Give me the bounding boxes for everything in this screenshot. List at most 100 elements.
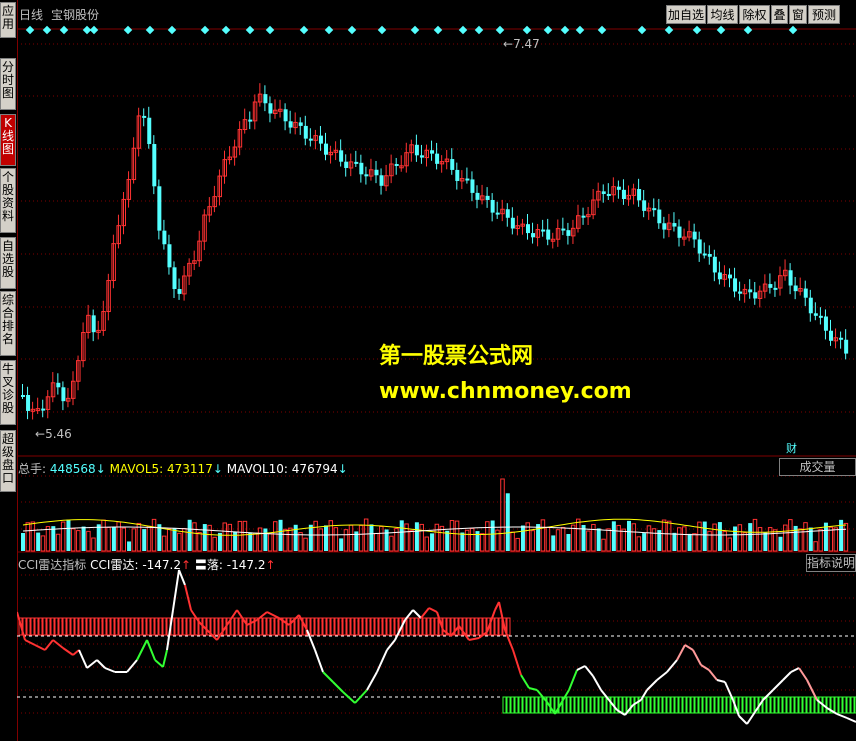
volume-bar-143 <box>742 532 748 552</box>
cci-red-band-294 <box>310 617 315 636</box>
cci-red-band-394 <box>410 617 415 636</box>
volume-indicator-button[interactable]: 成交量 <box>779 458 856 476</box>
cci-green-band-490 <box>506 696 511 714</box>
cci-red-band-14 <box>30 617 35 636</box>
volume-bar-11 <box>76 530 81 552</box>
toolbar-button-0[interactable]: 加自选 <box>666 5 706 24</box>
candle-body-89 <box>470 179 475 193</box>
candle-body-103 <box>541 229 546 232</box>
candle-body-30 <box>172 267 177 290</box>
cci-line-seg-76 <box>666 659 678 673</box>
sidebar-tab-6[interactable]: 牛叉诊股 <box>0 360 16 425</box>
volume-bar-15 <box>96 524 101 551</box>
cci-line-seg-90 <box>782 671 792 681</box>
cci-red-band-182 <box>198 617 203 636</box>
volume-bar-93 <box>490 520 495 551</box>
cci-red-band-70 <box>86 617 91 636</box>
volume-bar-110 <box>576 518 581 552</box>
cci-red-band-246 <box>262 617 267 636</box>
volume-bar-140 <box>727 537 732 552</box>
toolbar-button-1[interactable]: 均线 <box>707 5 738 24</box>
watermark-title: 第一股票公式网 <box>379 344 534 369</box>
cci-red-band-254 <box>270 617 275 636</box>
toolbar-button-3[interactable]: 叠 <box>771 5 788 24</box>
candle-body-48 <box>263 94 268 104</box>
volume-bar-5 <box>45 526 51 552</box>
cci-red-band-50 <box>66 617 71 636</box>
sidebar-tab-3[interactable]: 个股资料 <box>0 168 16 233</box>
cci-green-band-498 <box>514 696 519 714</box>
candle-body-142 <box>738 291 743 294</box>
cci-line-seg-10 <box>104 667 116 673</box>
candle-body-55 <box>298 122 303 126</box>
candle-body-153 <box>793 285 798 292</box>
candle-body-104 <box>546 229 551 240</box>
volume-bar-25 <box>146 525 152 552</box>
sidebar-tab-2[interactable]: K线图 <box>0 114 16 166</box>
cci-green-band-522 <box>538 696 543 714</box>
sidebar-tab-0[interactable]: 应用 <box>0 2 16 38</box>
cci-red-band-138 <box>154 617 159 636</box>
cci-red-band-490 <box>506 617 511 636</box>
volume-bar-91 <box>480 533 485 552</box>
cci-red-band-194 <box>210 617 215 636</box>
volume-bar-28 <box>161 535 167 552</box>
cci-green-band-766 <box>782 696 787 714</box>
cci-line-seg-67 <box>592 675 602 691</box>
volume-bar-145 <box>752 518 758 552</box>
candle-body-68 <box>364 174 369 177</box>
cci-green-band-554 <box>570 696 575 714</box>
candle-body-28 <box>162 230 167 245</box>
volume-bar-146 <box>757 527 763 552</box>
cci-line-seg-46 <box>428 607 438 613</box>
cci-green-band-830 <box>846 696 851 714</box>
volume-bar-69 <box>369 524 374 551</box>
candle-body-27 <box>157 186 162 231</box>
cci-red-band-42 <box>58 617 63 636</box>
candle-body-63 <box>339 150 344 162</box>
candle-body-148 <box>768 284 773 288</box>
candle-body-97 <box>510 217 515 229</box>
cci-line-seg-78 <box>684 644 694 651</box>
signal-diamond-31 <box>788 25 798 35</box>
candle-body-81 <box>430 150 435 154</box>
volume-bar-108 <box>566 533 571 551</box>
cci-help-button[interactable]: 指标说明 <box>806 554 856 572</box>
toolbar-button-4[interactable]: 窗 <box>789 5 807 24</box>
financial-report-marker[interactable]: 财 <box>786 440 797 456</box>
candle-body-52 <box>283 109 288 122</box>
cci-green-band-574 <box>590 696 595 714</box>
signal-diamond-20 <box>495 25 505 35</box>
volume-bar-48 <box>263 528 268 551</box>
volume-bar-1 <box>25 522 31 552</box>
volume-bar-13 <box>86 530 91 552</box>
cci-line-seg-96 <box>836 713 848 719</box>
chart-area: 日线 宝钢股份 加自选 均线 除权叠窗预测 ←7.47 ←5.46 财 第一股票公式… <box>17 0 856 741</box>
volume-bar-22 <box>131 528 137 552</box>
candle-body-130 <box>677 226 682 238</box>
volume-bar-107 <box>560 526 566 552</box>
volume-bar-24 <box>142 529 147 551</box>
cci-line-seg-80 <box>700 664 710 671</box>
cci-red-band-298 <box>314 617 319 636</box>
sidebar-tab-4[interactable]: 自选股 <box>0 237 16 289</box>
candle-body-123 <box>642 200 647 211</box>
toolbar-button-5[interactable]: 预测 <box>808 5 840 24</box>
cci-red-band-18 <box>34 617 39 636</box>
chart-canvas[interactable] <box>17 0 856 741</box>
candle-body-57 <box>308 138 313 141</box>
candle-body-7 <box>56 382 61 388</box>
sidebar-tab-1[interactable]: 分时图 <box>0 58 16 110</box>
sidebar-tab-5[interactable]: 综合排名 <box>0 291 16 356</box>
volume-bar-17 <box>106 526 111 552</box>
toolbar-button-2[interactable]: 除权 <box>739 5 770 24</box>
cci-red-band-454 <box>470 617 475 636</box>
cci-red-band-214 <box>230 617 235 636</box>
volume-bar-161 <box>833 527 839 552</box>
candle-body-25 <box>147 117 152 145</box>
cci-line-seg-77 <box>676 644 686 661</box>
watermark-url: www.chnmoney.com <box>379 379 632 404</box>
sidebar-tab-7[interactable]: 超级盘口 <box>0 430 16 492</box>
cci-green-band-550 <box>566 696 571 714</box>
cci-red-band-342 <box>358 617 363 636</box>
